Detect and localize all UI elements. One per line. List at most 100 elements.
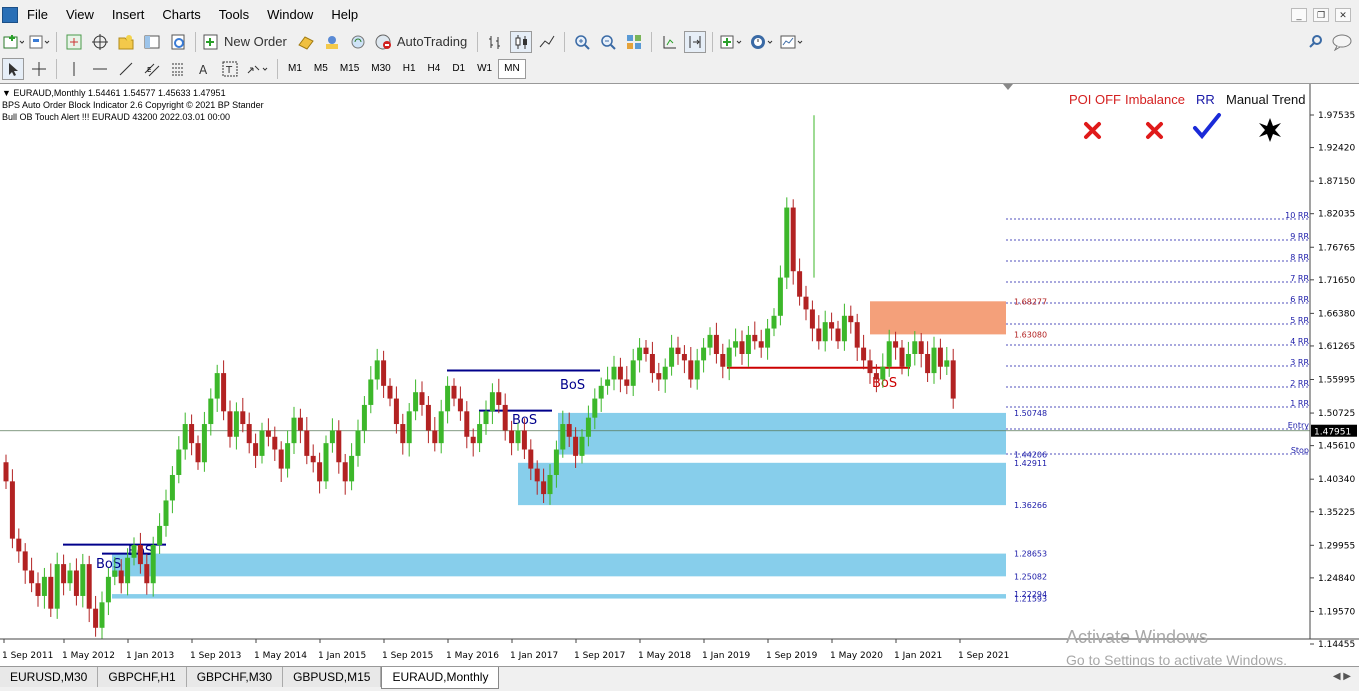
tab-gbpusd-m15[interactable]: GBPUSD,M15 bbox=[283, 667, 382, 687]
chart-menu-arrow-icon[interactable]: ▼ bbox=[2, 88, 13, 98]
chat-icon[interactable] bbox=[1331, 31, 1353, 53]
timeframe-h1[interactable]: H1 bbox=[397, 59, 422, 79]
menu-file[interactable]: File bbox=[18, 0, 57, 30]
toolbar-separator bbox=[651, 31, 653, 52]
close-icon[interactable]: ✕ bbox=[1335, 8, 1351, 22]
tab-eurusd-m30[interactable]: EURUSD,M30 bbox=[0, 667, 99, 687]
cursor-icon[interactable] bbox=[2, 57, 24, 80]
bullish-candle-body bbox=[208, 398, 214, 425]
vertical-line-icon[interactable] bbox=[63, 58, 85, 80]
horizontal-line-icon[interactable] bbox=[89, 58, 111, 80]
search-icon[interactable] bbox=[1305, 31, 1327, 53]
bullish-candle-body bbox=[547, 474, 553, 495]
timeframe-m15[interactable]: M15 bbox=[334, 59, 365, 79]
level-price-label: 1.63080 bbox=[1014, 330, 1047, 339]
bullish-candle-body bbox=[726, 347, 732, 367]
indicators-icon[interactable] bbox=[719, 31, 745, 53]
signals-icon[interactable] bbox=[321, 31, 343, 53]
bearish-candle-body bbox=[432, 430, 438, 444]
autotrading-button[interactable]: AutoTrading bbox=[373, 31, 471, 53]
bearish-candle-body bbox=[720, 353, 726, 367]
menu-help[interactable]: Help bbox=[322, 0, 367, 30]
timeframe-m5[interactable]: M5 bbox=[308, 59, 334, 79]
timeframe-d1[interactable]: D1 bbox=[446, 59, 471, 79]
bearish-candle-body bbox=[16, 538, 22, 552]
bearish-candle-body bbox=[29, 570, 35, 584]
poi-off-label[interactable]: POI OFF bbox=[1069, 92, 1121, 107]
menu-insert[interactable]: Insert bbox=[103, 0, 154, 30]
minimize-icon[interactable]: _ bbox=[1291, 8, 1307, 22]
market-icon[interactable] bbox=[347, 31, 369, 53]
market-watch-icon[interactable] bbox=[63, 31, 85, 53]
imbalance-label[interactable]: Imbalance bbox=[1125, 92, 1185, 107]
price-tick-label: 1.87150 bbox=[1318, 177, 1355, 187]
timeframe-mn[interactable]: MN bbox=[498, 58, 526, 79]
level-price-label: 1.28653 bbox=[1014, 550, 1047, 559]
timeframe-m30[interactable]: M30 bbox=[365, 59, 396, 79]
text-icon[interactable]: A bbox=[193, 58, 215, 80]
menu-view[interactable]: View bbox=[57, 0, 103, 30]
zoom-in-icon[interactable] bbox=[571, 31, 593, 53]
bearish-candle-body bbox=[675, 347, 681, 354]
bar-chart-icon[interactable] bbox=[484, 31, 506, 53]
strategy-tester-icon[interactable] bbox=[167, 31, 189, 53]
level-price-label: 1.68277 bbox=[1014, 297, 1047, 306]
menu-bar: File View Insert Charts Tools Window Hel… bbox=[0, 0, 1359, 30]
templates-icon[interactable] bbox=[779, 31, 805, 53]
tabs-scroll-icon[interactable]: ◀ ▶ bbox=[1325, 667, 1359, 686]
manual-trend-label[interactable]: Manual Trend bbox=[1226, 92, 1306, 107]
candlestick-icon[interactable] bbox=[510, 30, 533, 53]
rr-label[interactable]: RR bbox=[1196, 92, 1215, 107]
tab-gbpchf-m30[interactable]: GBPCHF,M30 bbox=[186, 667, 284, 687]
imbalance-x-icon[interactable] bbox=[1144, 120, 1166, 142]
current-price-label: 1.47951 bbox=[1314, 428, 1351, 438]
rr-level-label: 5 RR bbox=[1290, 316, 1309, 325]
timeframe-h4[interactable]: H4 bbox=[422, 59, 447, 79]
menu-tools[interactable]: Tools bbox=[210, 0, 258, 30]
restore-icon[interactable]: ❐ bbox=[1313, 8, 1329, 22]
profiles-icon[interactable] bbox=[28, 31, 50, 53]
data-window-icon[interactable] bbox=[89, 31, 111, 53]
poi-off-x-icon[interactable] bbox=[1082, 120, 1104, 142]
price-chart[interactable]: 10 RR 9 RR 8 RR 7 RR 6 RR 5 RR 4 RR 3 RR 2 RR 1 R… bbox=[0, 84, 1359, 667]
arrows-icon[interactable] bbox=[245, 58, 271, 80]
trendline-icon[interactable] bbox=[115, 58, 137, 80]
terminal-icon[interactable] bbox=[141, 31, 163, 53]
text-label-icon[interactable]: T bbox=[219, 58, 241, 80]
metaeditor-icon[interactable] bbox=[295, 31, 317, 53]
chart-shift-icon[interactable] bbox=[658, 31, 680, 53]
auto-scroll-icon[interactable] bbox=[684, 30, 707, 53]
tab-euraud-monthly[interactable]: EURAUD,Monthly bbox=[381, 667, 500, 689]
periods-icon[interactable] bbox=[749, 31, 775, 53]
price-tick-label: 1.35225 bbox=[1318, 508, 1355, 518]
rr-check-icon[interactable] bbox=[1192, 112, 1222, 140]
tab-gbpchf-h1[interactable]: GBPCHF,H1 bbox=[98, 667, 187, 687]
menu-window[interactable]: Window bbox=[258, 0, 322, 30]
bearish-candle-body bbox=[713, 334, 719, 354]
time-tick-label: 1 Sep 2011 bbox=[2, 651, 53, 661]
app-icon[interactable] bbox=[2, 7, 18, 23]
chart-window[interactable]: 10 RR 9 RR 8 RR 7 RR 6 RR 5 RR 4 RR 3 RR 2 RR 1 R… bbox=[0, 83, 1359, 668]
time-tick-label: 1 Jan 2019 bbox=[702, 651, 750, 661]
tile-windows-icon[interactable] bbox=[623, 31, 645, 53]
new-order-button[interactable]: New Order bbox=[202, 31, 291, 53]
timeframe-w1[interactable]: W1 bbox=[471, 59, 498, 79]
bearish-candle-body bbox=[573, 436, 579, 456]
bearish-candle-body bbox=[541, 481, 547, 495]
new-order-label: New Order bbox=[224, 34, 287, 49]
bearish-candle-body bbox=[246, 424, 252, 444]
fibonacci-icon[interactable] bbox=[167, 58, 189, 80]
rr-level-label: 10 RR bbox=[1285, 211, 1309, 220]
bullish-candle-body bbox=[592, 398, 598, 418]
equidistant-channel-icon[interactable]: E bbox=[141, 58, 163, 80]
bearish-candle-body bbox=[681, 353, 687, 361]
crosshair-icon[interactable] bbox=[28, 58, 50, 80]
timeframe-m1[interactable]: M1 bbox=[282, 59, 308, 79]
new-chart-icon[interactable] bbox=[2, 31, 24, 53]
bullish-candle-body bbox=[598, 385, 604, 399]
line-chart-icon[interactable] bbox=[536, 31, 558, 53]
zoom-out-icon[interactable] bbox=[597, 31, 619, 53]
navigator-icon[interactable] bbox=[115, 31, 137, 53]
menu-charts[interactable]: Charts bbox=[153, 0, 209, 30]
manual-trend-star-icon[interactable] bbox=[1256, 116, 1284, 144]
